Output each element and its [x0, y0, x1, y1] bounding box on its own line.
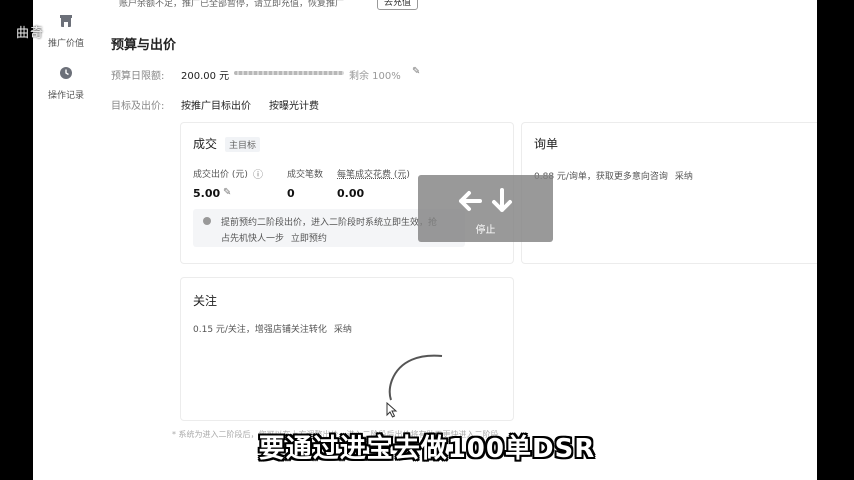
tip-line-2: 占先机快人一步 立即预约	[221, 231, 327, 244]
stop-button[interactable]: 停止	[418, 221, 553, 236]
nav-label: 推广价值	[47, 39, 84, 49]
follow-desc: 0.15 元/关注，增强店铺关注转化 采纳	[193, 322, 352, 335]
card-inquiry-title: 询单	[534, 137, 559, 151]
tip-icon	[203, 217, 211, 225]
store-icon	[60, 15, 72, 27]
section-title: 预算与出价	[111, 38, 177, 53]
card-inquiry[interactable]: 询单 0.88 元/询单，获取更多意向咨询 采纳	[521, 122, 817, 264]
bid-label: 目标及出价:	[111, 101, 165, 112]
recording-control[interactable]: 停止	[418, 175, 553, 242]
clock-icon	[60, 67, 72, 79]
follow-desc-text: 0.15 元/关注，增强店铺关注转化	[193, 325, 327, 335]
bid-option-target[interactable]: 按推广目标出价	[181, 97, 251, 112]
edit-budget-icon[interactable]: ✎	[412, 66, 420, 77]
card-follow[interactable]: 关注 0.15 元/关注，增强店铺关注转化 采纳	[180, 277, 514, 421]
nav-label: 操作记录	[47, 91, 84, 101]
video-frame: 曲奇 推广价值 操作记录 账户余额不足，推广已全部暂停，请立即充值，恢复推广 去…	[0, 0, 854, 480]
deal-bid-value: 5.00	[193, 187, 221, 200]
deal-count-value: 0	[287, 187, 295, 200]
card-follow-title: 关注	[193, 294, 218, 308]
inquiry-adopt-link[interactable]: 采纳	[675, 172, 693, 182]
left-nav: 推广价值 操作记录	[33, 0, 100, 480]
bid-option-exposure[interactable]: 按曝光计费	[269, 97, 319, 112]
budget-value: 200.00 元	[181, 71, 230, 82]
deal-bid-label: 成交出价 (元)	[193, 170, 248, 180]
deal-cost-label: 每笔成交花费 (元)	[337, 170, 410, 180]
tip-line-2-text: 占先机快人一步	[221, 234, 285, 244]
balance-notice: 账户余额不足，推广已全部暂停，请立即充值，恢复推广 去充值	[99, 0, 817, 10]
budget-label: 预算日限额:	[111, 71, 165, 82]
deal-count-label: 成交笔数	[287, 170, 324, 180]
mouse-cursor-icon	[386, 402, 398, 418]
watermark: 曲奇	[16, 26, 45, 41]
notice-text: 账户余额不足，推广已全部暂停，请立即充值，恢复推广	[119, 0, 345, 9]
info-icon: ⓘ	[253, 170, 263, 181]
budget-remaining: 剩余 100%	[349, 71, 401, 82]
inquiry-desc: 0.88 元/询单，获取更多意向咨询 采纳	[534, 169, 693, 182]
main-goal-tag: 主目标	[225, 137, 261, 152]
reserve-link[interactable]: 立即预约	[291, 234, 327, 244]
arrow-left-icon	[459, 188, 512, 212]
follow-adopt-link[interactable]: 采纳	[334, 325, 352, 335]
card-deal-title: 成交	[193, 137, 218, 151]
budget-progress-bar	[234, 71, 344, 75]
annotation-scribble	[388, 354, 443, 401]
nav-item-history[interactable]: 操作记录	[33, 66, 99, 102]
deal-cost-value: 0.00	[337, 187, 365, 200]
edit-bid-icon[interactable]: ✎	[223, 187, 231, 198]
tip-line-1: 提前预约二阶段出价，进入二阶段时系统立即生效，抢	[221, 218, 438, 228]
video-subtitle: 要通过进宝去做100单DSR	[258, 434, 596, 464]
inquiry-desc-text: 0.88 元/询单，获取更多意向咨询	[534, 172, 668, 182]
recharge-button[interactable]: 去充值	[377, 0, 419, 10]
